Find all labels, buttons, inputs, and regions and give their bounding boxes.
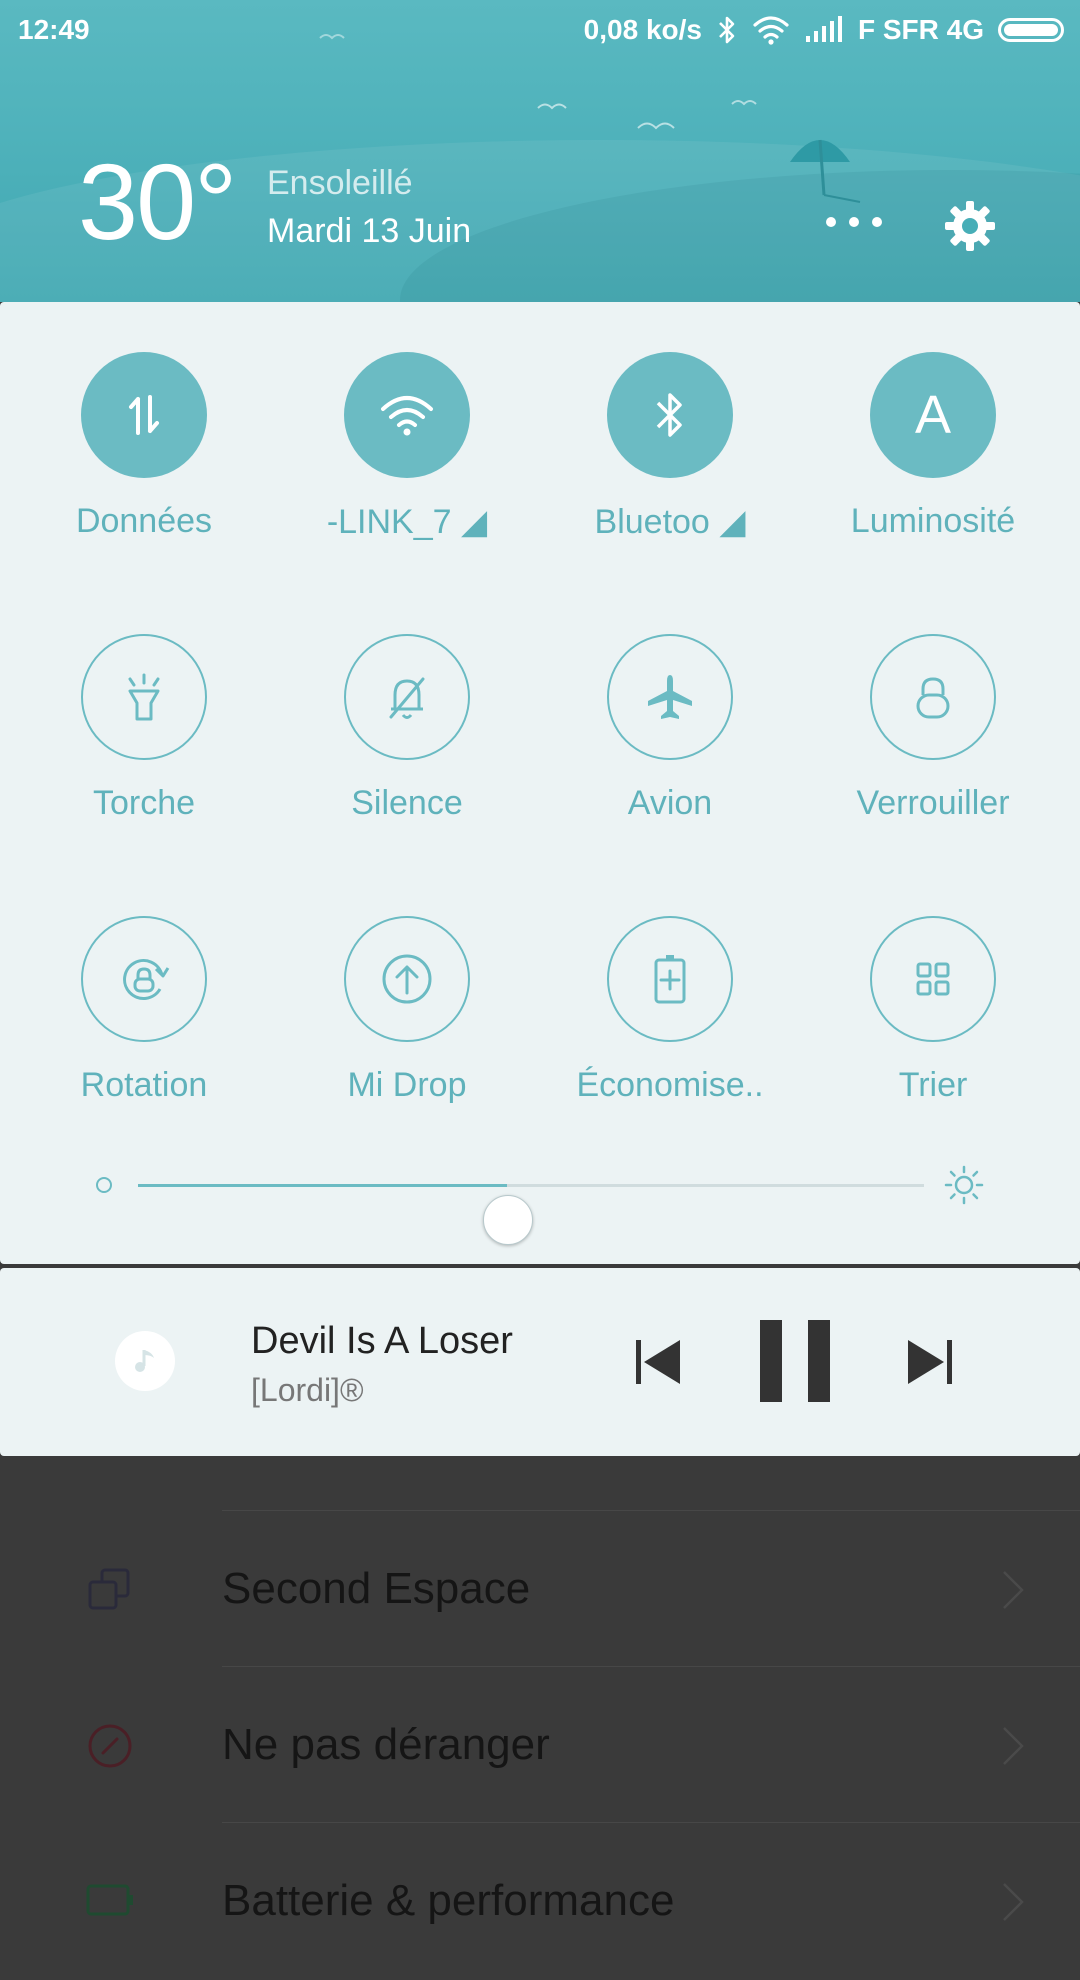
temperature[interactable]: 30° bbox=[78, 148, 237, 256]
toggle-wifi[interactable]: -LINK_7 ◢ bbox=[307, 352, 507, 572]
grid-icon bbox=[916, 962, 950, 996]
quick-settings-panel: Données -LINK_7 ◢ Bluetoo ◢ A Luminosité bbox=[0, 302, 1080, 1264]
more-dot bbox=[849, 217, 859, 227]
brightness-slider[interactable] bbox=[96, 1150, 996, 1245]
toggle-circle bbox=[344, 352, 470, 478]
silent-icon bbox=[389, 677, 425, 719]
auto-brightness-icon: A bbox=[914, 385, 952, 445]
track-title: Devil Is A Loser bbox=[251, 1320, 513, 1362]
toggle-sort[interactable]: Trier bbox=[833, 916, 1033, 1136]
flashlight-icon bbox=[128, 673, 160, 721]
airplane-icon bbox=[648, 675, 692, 719]
toggle-rotation-lock[interactable]: Rotation bbox=[44, 916, 244, 1136]
toggle-circle bbox=[344, 916, 470, 1042]
settings-item-do-not-disturb[interactable]: Ne pas déranger bbox=[0, 1668, 1080, 1824]
status-icons: 0,08 ko/s F SFR 4G bbox=[584, 14, 1064, 46]
rotation-lock-icon bbox=[123, 959, 170, 1000]
music-note-icon bbox=[115, 1331, 175, 1391]
expand-arrow-icon[interactable]: ◢ bbox=[461, 503, 487, 541]
toggle-data[interactable]: Données bbox=[44, 352, 244, 572]
settings-item-second-space[interactable]: Second Espace bbox=[0, 1512, 1080, 1668]
toggle-circle bbox=[81, 634, 207, 760]
toggle-circle bbox=[870, 634, 996, 760]
battery-performance-icon bbox=[86, 1884, 133, 1916]
toggle-label: Bluetoo ◢ bbox=[550, 502, 790, 542]
toggle-bluetooth[interactable]: Bluetoo ◢ bbox=[570, 352, 770, 572]
gear-icon[interactable] bbox=[940, 196, 1000, 256]
toggle-label: Verrouiller bbox=[856, 784, 1010, 822]
brightness-fill bbox=[138, 1184, 508, 1187]
toggle-label: Trier bbox=[898, 1066, 968, 1104]
toggle-circle bbox=[607, 352, 733, 478]
settings-item-label: Second Espace bbox=[222, 1564, 531, 1613]
previous-track-icon[interactable] bbox=[630, 1334, 686, 1390]
toggle-flashlight[interactable]: Torche bbox=[44, 634, 244, 854]
toggle-circle bbox=[81, 352, 207, 478]
bluetooth-icon bbox=[656, 393, 682, 437]
do-not-disturb-icon bbox=[88, 1724, 132, 1768]
next-track-icon[interactable] bbox=[902, 1334, 958, 1390]
mi-drop-icon bbox=[382, 954, 432, 1004]
pause-icon[interactable] bbox=[754, 1318, 836, 1404]
network-speed: 0,08 ko/s bbox=[583, 14, 702, 45]
list-divider bbox=[222, 1510, 1080, 1511]
toggle-label: -LINK_7 ◢ bbox=[287, 502, 527, 542]
toggle-label: Luminosité bbox=[850, 502, 1016, 540]
data-icon bbox=[129, 395, 159, 435]
bluetooth-icon bbox=[719, 16, 735, 44]
toggle-circle bbox=[344, 634, 470, 760]
chevron-right-icon bbox=[1003, 1727, 1024, 1765]
toggle-mi-drop[interactable]: Mi Drop bbox=[307, 916, 507, 1136]
track-artist: [Lordi]® bbox=[251, 1372, 364, 1408]
chevron-right-icon bbox=[1003, 1883, 1024, 1921]
toggle-auto-brightness[interactable]: A Luminosité bbox=[833, 352, 1033, 572]
battery-saver-icon bbox=[654, 955, 686, 1004]
toggle-label: Torche bbox=[92, 784, 196, 822]
toggle-label: Avion bbox=[627, 784, 713, 822]
toggle-label: Silence bbox=[351, 784, 463, 822]
toggle-label: Mi Drop bbox=[347, 1066, 467, 1104]
status-time: 12:49 bbox=[18, 14, 90, 45]
toggle-circle bbox=[81, 916, 207, 1042]
signal-icon bbox=[805, 16, 842, 42]
settings-item-label: Ne pas déranger bbox=[222, 1720, 550, 1769]
toggle-label: Données bbox=[75, 502, 213, 540]
toggle-circle: A bbox=[870, 352, 996, 478]
toggle-airplane[interactable]: Avion bbox=[570, 634, 770, 854]
status-bar: 12:49 0,08 ko/s F SFR 4G bbox=[0, 0, 1080, 62]
list-divider bbox=[222, 1822, 1080, 1823]
weather-condition: Ensoleillé bbox=[267, 164, 413, 202]
second-space-icon bbox=[88, 1568, 130, 1610]
toggle-circle bbox=[607, 634, 733, 760]
notification-header: 12:49 0,08 ko/s F SFR 4G 30° Ensoleillé … bbox=[0, 0, 1080, 302]
more-button[interactable] bbox=[826, 200, 882, 244]
lock-icon bbox=[916, 677, 950, 719]
chevron-right-icon bbox=[1003, 1571, 1024, 1609]
brightness-track[interactable] bbox=[138, 1184, 924, 1245]
carrier-label: F SFR 4G bbox=[857, 14, 984, 45]
media-notification[interactable]: Devil Is A Loser [Lordi]® bbox=[0, 1268, 1080, 1456]
wifi-icon bbox=[381, 396, 433, 436]
list-divider bbox=[222, 1666, 1080, 1667]
toggle-silent[interactable]: Silence bbox=[307, 634, 507, 854]
toggle-circle bbox=[870, 916, 996, 1042]
toggle-battery-saver[interactable]: Économise.. bbox=[570, 916, 770, 1136]
more-dot bbox=[826, 217, 836, 227]
toggle-lock[interactable]: Verrouiller bbox=[833, 634, 1033, 854]
toggle-label: Rotation bbox=[80, 1066, 208, 1104]
weather-date: Mardi 13 Juin bbox=[267, 212, 472, 250]
battery-icon bbox=[998, 18, 1064, 42]
toggle-label-text: Bluetoo bbox=[594, 503, 710, 541]
more-dot bbox=[872, 217, 882, 227]
brightness-low-icon bbox=[96, 1177, 112, 1193]
expand-arrow-icon[interactable]: ◢ bbox=[719, 503, 745, 541]
settings-list: Second Espace Ne pas déranger Batterie &… bbox=[0, 1456, 1080, 1925]
toggle-circle bbox=[607, 916, 733, 1042]
brightness-high-icon bbox=[944, 1165, 984, 1205]
toggle-label: Économise.. bbox=[576, 1066, 764, 1104]
wifi-icon bbox=[753, 16, 789, 45]
settings-item-label: Batterie & performance bbox=[222, 1876, 675, 1925]
settings-item-battery-performance[interactable]: Batterie & performance bbox=[0, 1824, 1080, 1980]
toggle-label-text: -LINK_7 bbox=[326, 503, 452, 541]
